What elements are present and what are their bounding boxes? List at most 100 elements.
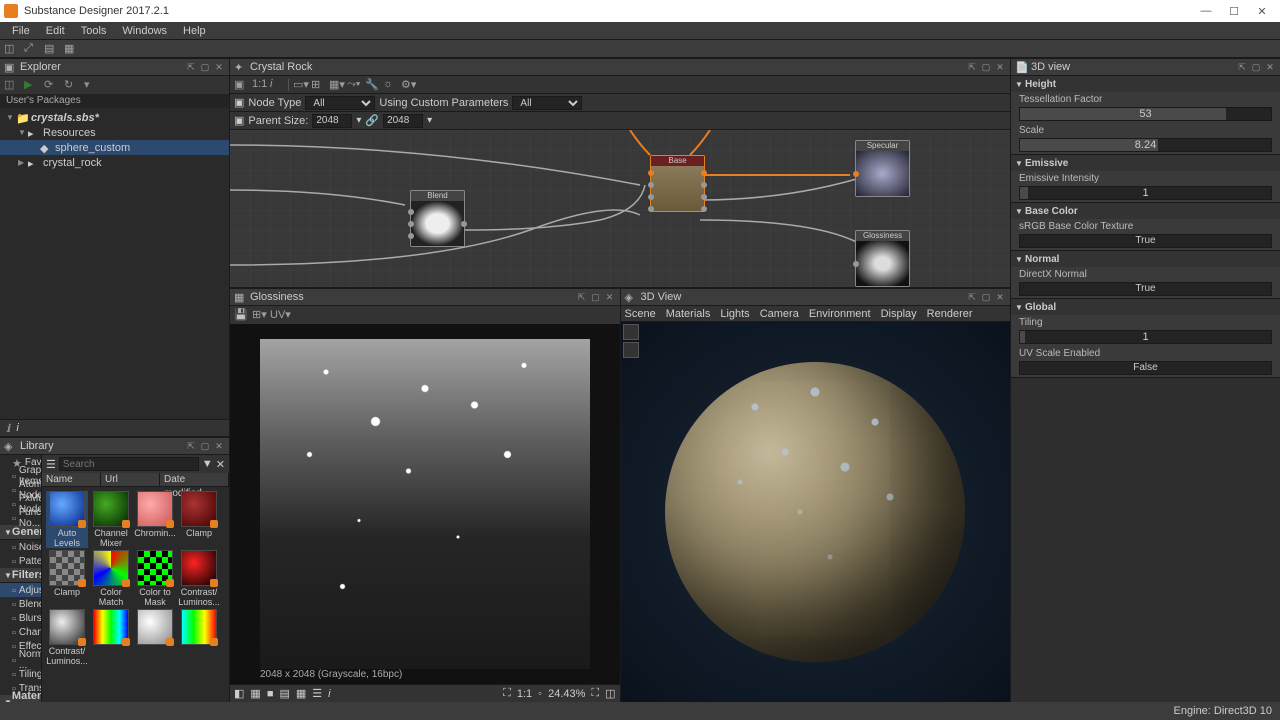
lib-category[interactable]: ▫Channels [0, 625, 41, 639]
link-dims-icon[interactable]: 🔗 [365, 114, 379, 127]
lock-icon[interactable]: ▣ [234, 96, 244, 109]
split-v-icon[interactable]: ◫ [605, 687, 615, 700]
lock-icon[interactable]: ▣ [234, 114, 244, 127]
close-panel-icon[interactable]: ✕ [604, 291, 616, 303]
search-input[interactable] [59, 457, 199, 471]
library-item[interactable] [178, 609, 220, 666]
menu-tools[interactable]: Tools [73, 25, 115, 37]
maximize-panel-icon[interactable]: ▢ [199, 61, 211, 73]
prop-section-header[interactable]: ▼Global [1011, 299, 1280, 315]
prop-section-header[interactable]: ▼Height [1011, 76, 1280, 92]
view3d-menu-item[interactable]: Materials [666, 308, 711, 320]
prop-section-header[interactable]: ▼Emissive [1011, 155, 1280, 171]
view3d-canvas[interactable] [621, 322, 1011, 702]
library-item[interactable]: Chromin... [134, 491, 176, 548]
uv-icon[interactable]: UV▾ [270, 308, 284, 322]
tree-item[interactable]: ▼📁crystals.sbs* [0, 110, 229, 125]
lib-category[interactable]: ▫Adjustme... [0, 583, 41, 597]
close-panel-icon[interactable]: ✕ [1264, 61, 1276, 73]
info-icon[interactable]: i [328, 688, 330, 700]
light-icon[interactable]: ☼ [383, 78, 397, 92]
close-button[interactable]: ✕ [1248, 2, 1276, 20]
parent-height-input[interactable] [383, 114, 423, 128]
filter-icon[interactable]: ☰ [46, 458, 56, 471]
node-glossiness[interactable]: Glossiness [855, 230, 910, 287]
menu-file[interactable]: File [4, 25, 38, 37]
fit-icon[interactable]: ▣ [234, 78, 248, 92]
view3d-menu-item[interactable]: Lights [720, 308, 749, 320]
maximize-panel-icon[interactable]: ▢ [980, 61, 992, 73]
close-panel-icon[interactable]: ✕ [213, 61, 225, 73]
menu-edit[interactable]: Edit [38, 25, 73, 37]
prop-bool[interactable]: True [1019, 234, 1272, 248]
clear-icon[interactable]: ✕ [216, 458, 225, 471]
parent-width-input[interactable] [312, 114, 352, 128]
grid-icon[interactable]: ⊞▾ [252, 308, 266, 322]
fullscreen-icon[interactable]: ⛶ [591, 687, 599, 700]
lib-category[interactable]: ▫Normal ... [0, 653, 41, 667]
maximize-button[interactable]: ☐ [1220, 2, 1248, 20]
filter-funnel-icon[interactable]: ▼ [202, 458, 213, 470]
lib-category[interactable]: ▫Blurs [0, 611, 41, 625]
wrench-icon[interactable]: 🔧 [365, 78, 379, 92]
close-panel-icon[interactable]: ✕ [213, 440, 225, 452]
open-icon[interactable]: ⤢ [24, 42, 38, 56]
library-item[interactable]: Clamp [46, 550, 88, 607]
lib-category[interactable]: ▫Blending [0, 597, 41, 611]
settings-icon[interactable]: ▾ [84, 78, 98, 92]
view3d-menu-item[interactable]: Scene [625, 308, 656, 320]
maximize-panel-icon[interactable]: ▢ [980, 291, 992, 303]
tree-item[interactable]: ▶▸crystal_rock [0, 155, 229, 170]
align-icon[interactable]: ▭▾ [293, 78, 307, 92]
tree-item[interactable]: ◆sphere_custom [0, 140, 229, 155]
checker-icon[interactable]: ▦ [250, 687, 260, 700]
library-item[interactable]: Contrast/ Luminos... [46, 609, 88, 666]
close-panel-icon[interactable]: ✕ [994, 291, 1006, 303]
undock-icon[interactable]: ⇱ [966, 291, 978, 303]
custom-params-select[interactable]: All [512, 96, 582, 110]
maximize-panel-icon[interactable]: ▢ [590, 291, 602, 303]
fit-icon[interactable]: ⛶ [503, 687, 511, 700]
view3d-menu-item[interactable]: Camera [760, 308, 799, 320]
zoom-ratio[interactable]: 1:1 [517, 688, 532, 700]
info-icon[interactable]: i [270, 78, 284, 92]
maximize-panel-icon[interactable]: ▢ [1250, 61, 1262, 73]
menu-help[interactable]: Help [175, 25, 214, 37]
grid4-icon[interactable]: ▦ [296, 687, 306, 700]
gear-icon[interactable]: ⚙▾ [401, 78, 415, 92]
view2d-canvas[interactable]: 2048 x 2048 (Grayscale, 16bpc) [230, 324, 620, 684]
view3d-menu-item[interactable]: Display [881, 308, 917, 320]
col-url[interactable]: Url [101, 473, 160, 486]
prop-slider[interactable]: 8.24 [1019, 138, 1272, 152]
lib-category[interactable]: ▫Patterns [0, 554, 41, 568]
library-item[interactable]: Color Match [90, 550, 132, 607]
node-type-select[interactable]: All [305, 96, 375, 110]
link-icon[interactable]: ◫ [4, 78, 18, 92]
undock-icon[interactable]: ⇱ [1236, 61, 1248, 73]
prop-slider[interactable]: 1 [1019, 330, 1272, 344]
tree-item[interactable]: ▼▸Resources [0, 125, 229, 140]
minimize-button[interactable]: — [1192, 2, 1220, 20]
col-name[interactable]: Name [42, 473, 101, 486]
move-tool-icon[interactable] [623, 342, 639, 358]
refresh-icon[interactable]: ↻ [64, 78, 78, 92]
library-item[interactable]: Contrast/ Luminos... [178, 550, 220, 607]
save-image-icon[interactable]: 💾 [234, 308, 248, 322]
zoom-11-icon[interactable]: 1:1 [252, 78, 266, 92]
tool-icon[interactable]: ▦ [64, 42, 78, 56]
library-item[interactable]: Auto Levels [46, 491, 88, 548]
tool-icon[interactable]: ◧ [234, 687, 244, 700]
view3d-menu-item[interactable]: Environment [809, 308, 871, 320]
view3d-menu-item[interactable]: Renderer [927, 308, 973, 320]
prop-section-header[interactable]: ▼Normal [1011, 251, 1280, 267]
loop-icon[interactable]: ⟳ [44, 78, 58, 92]
col-date[interactable]: Date modified [160, 473, 229, 486]
link-icon[interactable]: ⤳▾ [347, 78, 361, 92]
undock-icon[interactable]: ⇱ [185, 440, 197, 452]
hist-icon[interactable]: ☰ [312, 687, 322, 700]
prop-bool[interactable]: True [1019, 282, 1272, 296]
prop-slider[interactable]: 53 [1019, 107, 1272, 121]
prop-section-header[interactable]: ▼Base Color [1011, 203, 1280, 219]
lib-category[interactable]: ▫Tiling [0, 667, 41, 681]
undock-icon[interactable]: ⇱ [185, 61, 197, 73]
